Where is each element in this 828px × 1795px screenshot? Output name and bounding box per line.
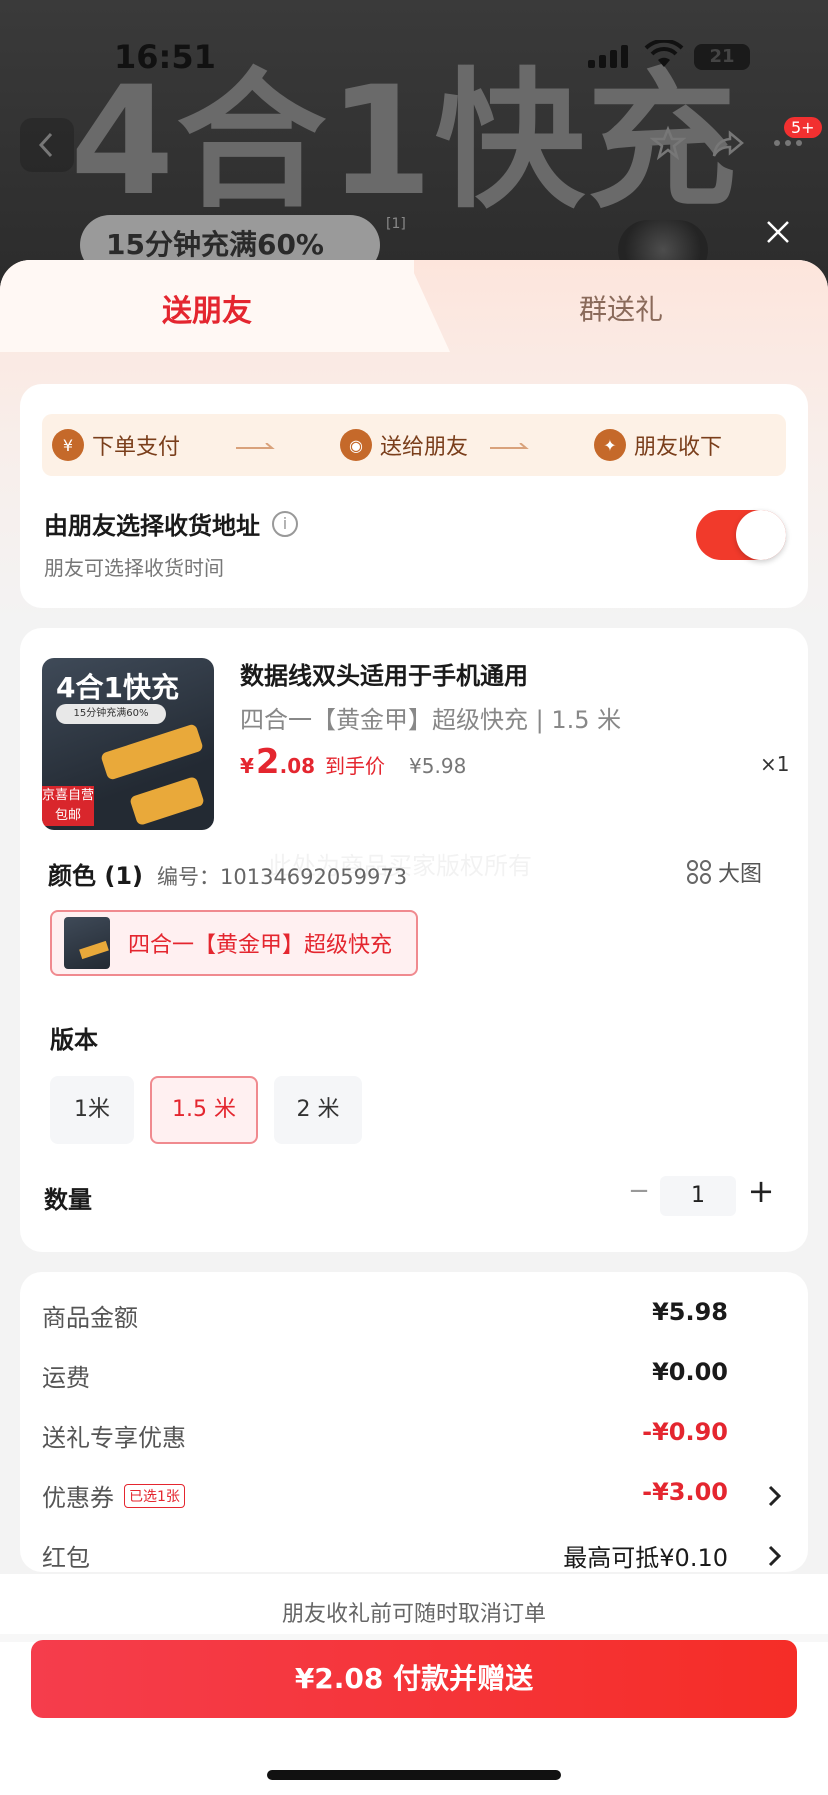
step-pay: ¥ 下单支付	[52, 425, 180, 465]
address-option-title: 由朋友选择收货地址 i	[44, 506, 298, 541]
gift-steps: ¥ 下单支付 ◉ 送给朋友 ✦ 朋友收下	[42, 414, 786, 476]
info-icon[interactable]: i	[272, 510, 298, 537]
chevron-right-icon	[768, 1485, 782, 1507]
nav-actions	[650, 125, 806, 161]
price-summary-card: 商品金额 ¥5.98 运费 ¥0.00 送礼专享优惠 -¥0.90 优惠券 已选…	[20, 1272, 808, 1572]
summary-value: ¥0.00	[652, 1358, 728, 1386]
summary-value: -¥3.00	[642, 1478, 728, 1506]
price-symbol: ¥	[240, 754, 254, 778]
big-image-label: 大图	[718, 862, 763, 887]
version-option-2m[interactable]: 2 米	[274, 1076, 362, 1144]
battery-icon: 21	[694, 44, 750, 70]
summary-label: 商品金额	[42, 1304, 138, 1332]
version-option-1m[interactable]: 1米	[50, 1076, 134, 1144]
product-price-row: ¥ 2 .08 到手价 ¥5.98	[240, 742, 466, 782]
status-bar: 16:51 21	[0, 30, 828, 80]
chevron-right-icon	[768, 1545, 782, 1567]
summary-label: 运费	[42, 1364, 90, 1392]
summary-value: ¥5.98	[652, 1298, 728, 1326]
step-label: 朋友收下	[634, 435, 723, 460]
gift-sheet: 送朋友 群送礼 ¥ 下单支付 ◉ 送给朋友 ✦ 朋友收下 由朋友选择收货地址 i…	[0, 260, 828, 1795]
step-send: ◉ 送给朋友	[340, 425, 468, 465]
summary-row-goods-amount: 商品金额 ¥5.98	[42, 1298, 786, 1338]
summary-row-shipping: 运费 ¥0.00	[42, 1358, 786, 1398]
home-indicator[interactable]	[267, 1770, 561, 1780]
cart-badge: 5+	[784, 117, 822, 138]
version-option-1-5m[interactable]: 1.5 米	[150, 1076, 258, 1144]
address-toggle[interactable]	[696, 510, 786, 560]
summary-row-red-packet[interactable]: 红包 最高可抵¥0.10	[42, 1538, 786, 1578]
gift-icon: ✦	[594, 429, 626, 461]
step-label: 下单支付	[92, 435, 181, 460]
price-decimal: .08	[279, 754, 316, 778]
quantity-input[interactable]: 1	[660, 1176, 736, 1216]
step-receive: ✦ 朋友收下	[594, 425, 722, 465]
share-icon[interactable]	[710, 125, 746, 161]
original-price: ¥5.98	[409, 754, 467, 778]
quantity-plus-button[interactable]: +	[744, 1172, 778, 1212]
grid-icon	[687, 860, 711, 884]
color-row: 颜色 (1) 编号：10134692059973	[48, 856, 407, 891]
summary-label: 送礼专享优惠	[42, 1424, 186, 1452]
arrow-right-icon	[236, 443, 275, 449]
summary-row-gift-discount: 送礼专享优惠 -¥0.90	[42, 1418, 786, 1458]
bottom-action-bar: 朋友收礼前可随时取消订单 ¥2.08 付款并赠送	[0, 1574, 828, 1795]
summary-value: 最高可抵¥0.10	[563, 1544, 728, 1572]
tab-send-to-friend[interactable]: 送朋友	[0, 286, 414, 330]
product-code: 编号：10134692059973	[157, 865, 408, 889]
product-image-title: 4合1快充	[56, 671, 179, 704]
close-icon[interactable]	[758, 212, 798, 252]
product-image[interactable]: 4合1快充 15分钟充满60% 京喜自营 包邮	[42, 658, 214, 830]
product-image-tag: 京喜自营 包邮	[42, 786, 94, 826]
product-image-pill: 15分钟充满60%	[56, 704, 166, 724]
product-title: 数据线双头适用于手机通用	[240, 662, 528, 690]
summary-label: 优惠券	[42, 1484, 114, 1512]
product-image-cable	[129, 775, 205, 827]
color-option-label: 四合一【黄金甲】超级快充	[128, 933, 393, 958]
summary-label-group: 优惠券 已选1张	[42, 1478, 185, 1513]
version-title: 版本	[50, 1026, 98, 1054]
cellular-signal-icon	[588, 44, 630, 68]
color-title: 颜色 (1)	[48, 862, 143, 890]
tab-group-gift[interactable]: 群送礼	[414, 288, 828, 328]
status-time: 16:51	[114, 38, 216, 76]
price-integer: 2	[255, 742, 280, 782]
color-option-thumbnail	[64, 917, 110, 969]
step-label: 送给朋友	[380, 435, 469, 460]
coupon-badge: 已选1张	[124, 1483, 185, 1508]
address-option-subtitle: 朋友可选择收货时间	[44, 556, 224, 580]
chevron-left-icon	[38, 132, 53, 158]
address-option-label: 由朋友选择收货地址	[44, 512, 260, 540]
product-image-cable	[100, 723, 204, 781]
price-tag: 到手价	[325, 754, 386, 778]
gift-flow-card: ¥ 下单支付 ◉ 送给朋友 ✦ 朋友收下 由朋友选择收货地址 i 朋友可选择收货…	[20, 384, 808, 608]
big-image-button[interactable]: 大图	[686, 856, 762, 888]
background-footnote: [1]	[386, 216, 406, 232]
product-quantity: ×1	[760, 752, 790, 776]
summary-row-coupon[interactable]: 优惠券 已选1张 -¥3.00	[42, 1478, 786, 1518]
cancel-note: 朋友收礼前可随时取消订单	[281, 1602, 546, 1627]
wifi-icon	[644, 40, 684, 67]
star-icon[interactable]	[650, 125, 686, 161]
color-option-selected[interactable]: 四合一【黄金甲】超级快充	[50, 910, 418, 976]
quantity-minus-button[interactable]: −	[624, 1176, 654, 1212]
chat-icon: ◉	[340, 429, 372, 461]
quantity-title: 数量	[44, 1186, 92, 1214]
product-card: 4合1快充 15分钟充满60% 京喜自营 包邮 数据线双头适用于手机通用 四合一…	[20, 628, 808, 1252]
summary-value: -¥0.90	[642, 1418, 728, 1446]
yuan-icon: ¥	[52, 429, 84, 461]
product-spec: 四合一【黄金甲】超级快充 | 1.5 米	[240, 706, 622, 734]
pay-and-gift-button[interactable]: ¥2.08 付款并赠送	[31, 1640, 797, 1718]
back-button[interactable]	[20, 118, 74, 172]
toggle-knob	[736, 510, 786, 560]
summary-label: 红包	[42, 1544, 90, 1572]
arrow-right-icon	[490, 443, 529, 449]
